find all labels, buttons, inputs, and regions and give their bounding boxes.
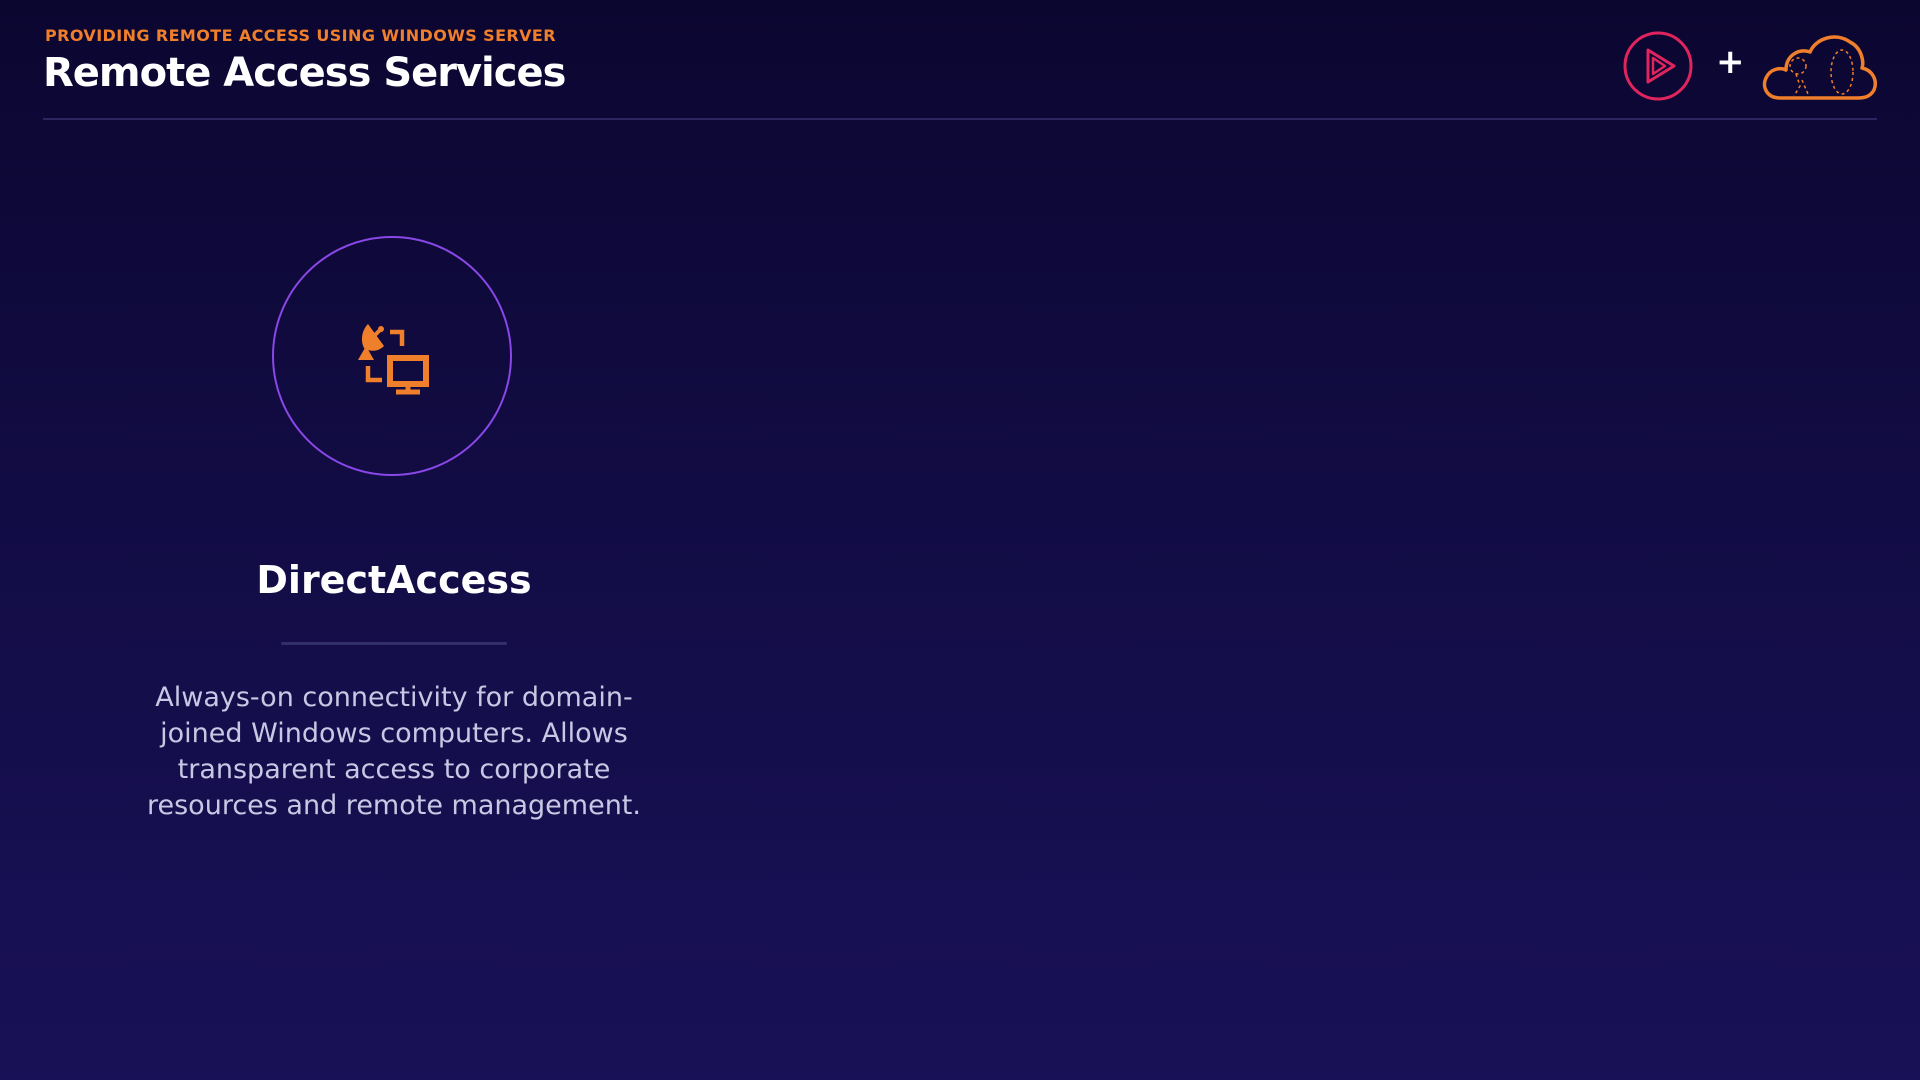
header-divider <box>43 118 1877 120</box>
feature-card-directaccess: DirectAccess Always-on connectivity for … <box>134 236 654 876</box>
satellite-dish-monitor-icon <box>358 324 429 395</box>
feature-divider <box>281 642 507 645</box>
cloud-logo-icon <box>1762 35 1877 100</box>
brand-logos: + <box>1620 28 1880 104</box>
feature-title: DirectAccess <box>256 558 532 602</box>
page-title: Remote Access Services <box>43 50 566 96</box>
section-eyebrow: PROVIDING REMOTE ACCESS USING WINDOWS SE… <box>45 26 556 45</box>
feature-icon-circle <box>272 236 512 476</box>
feature-description: Always-on connectivity for domain-joined… <box>147 682 641 821</box>
play-logo-icon <box>1623 31 1693 101</box>
plus-sign: + <box>1716 42 1745 82</box>
